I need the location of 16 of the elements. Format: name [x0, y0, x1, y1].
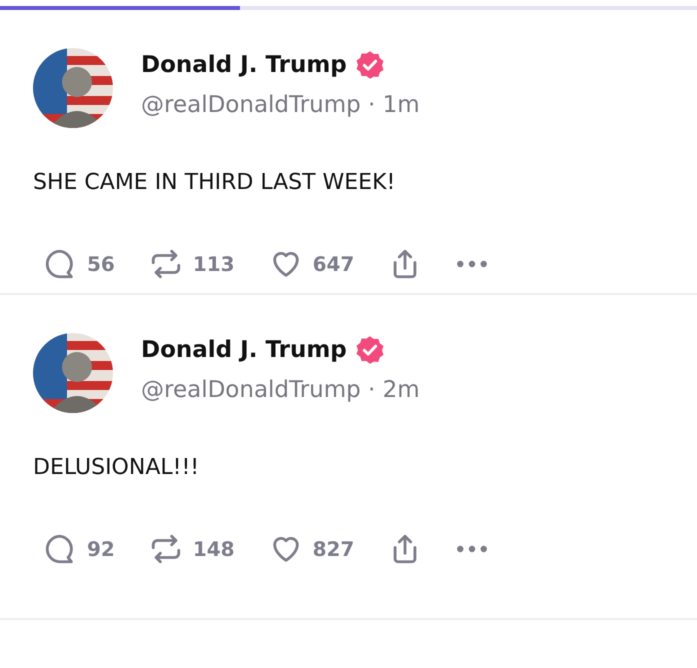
repost-button[interactable]: 148 [148, 532, 235, 566]
more-icon [456, 259, 488, 269]
handle-and-time: @realDonaldTrump · 1m [141, 92, 420, 118]
like-button[interactable]: 827 [268, 532, 354, 566]
more-icon [456, 544, 488, 554]
more-button[interactable] [456, 544, 488, 554]
author-name[interactable]: Donald J. Trump [141, 52, 347, 78]
more-button[interactable] [456, 259, 488, 269]
handle-and-time: @realDonaldTrump · 2m [141, 377, 420, 403]
author-name[interactable]: Donald J. Trump [141, 337, 347, 363]
like-button[interactable]: 647 [268, 247, 354, 281]
repost-button[interactable]: 113 [148, 247, 235, 281]
post-text: DELUSIONAL!!! [33, 455, 200, 480]
reply-button[interactable]: 92 [43, 532, 115, 566]
reply-button[interactable]: 56 [43, 247, 115, 281]
post-text: SHE CAME IN THIRD LAST WEEK! [33, 170, 396, 195]
